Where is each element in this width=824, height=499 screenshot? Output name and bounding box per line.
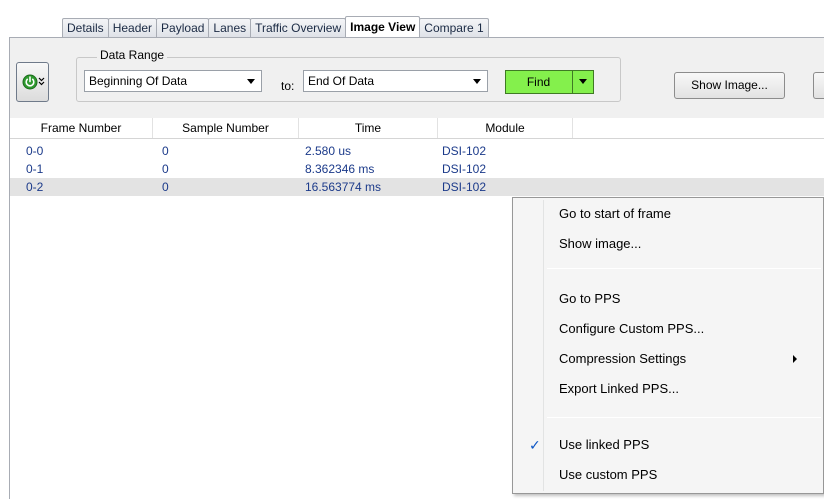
cell-time: 16.563774 ms [305, 180, 382, 194]
menu-separator [547, 417, 821, 418]
to-label: to: [281, 79, 295, 93]
cell-time: 8.362346 ms [305, 162, 375, 176]
data-range-label: Data Range [97, 48, 168, 62]
menu-item-label: Use linked PPS [559, 437, 650, 452]
checkmark-icon: ✓ [529, 437, 541, 453]
cell-time: 2.580 us [305, 144, 352, 158]
from-range-select[interactable]: Beginning Of Data [84, 70, 262, 92]
context-menu: Go to start of frame Show image... Go to… [512, 197, 824, 494]
menu-item-label: Use custom PPS [559, 467, 658, 482]
menu-item-use-linked-pps[interactable]: ✓ Use linked PPS [515, 430, 821, 460]
chevron-down-icon [247, 79, 255, 84]
table-row-selected[interactable]: 0-2 0 16.563774 ms DSI-102 [10, 178, 824, 196]
submenu-arrow-icon [793, 355, 797, 363]
column-module[interactable]: Module [438, 118, 573, 138]
clipped-toolbar-button[interactable] [813, 72, 824, 99]
menu-item-label: Go to PPS [559, 291, 621, 306]
cell-frame-number: 0-0 [26, 144, 44, 158]
tab-payload[interactable]: Payload [156, 18, 210, 37]
cell-module: DSI-102 [442, 180, 487, 194]
cell-sample-number: 0 [162, 144, 169, 158]
find-button[interactable]: Find [505, 70, 594, 94]
menu-item-configure-custom-pps[interactable]: Configure Custom PPS... [515, 314, 821, 344]
cell-sample-number: 0 [162, 180, 169, 194]
chevron-down-icon [579, 79, 587, 84]
cell-frame-number: 0-1 [26, 162, 44, 176]
cell-sample-number: 0 [162, 162, 169, 176]
menu-item-show-image[interactable]: Show image... [515, 229, 821, 259]
menu-item-go-to-start-of-frame[interactable]: Go to start of frame [515, 199, 821, 229]
table-row[interactable]: 0-0 0 2.580 us DSI-102 [10, 142, 824, 160]
menu-item-go-to-pps[interactable]: Go to PPS [515, 284, 821, 314]
menu-item-label: Show image... [559, 236, 642, 251]
menu-item-compression-settings[interactable]: Compression Settings [515, 344, 821, 374]
menu-separator [547, 268, 821, 269]
tab-lanes[interactable]: Lanes [208, 18, 252, 37]
find-dropdown-button[interactable] [572, 71, 593, 93]
show-image-button[interactable]: Show Image... [674, 72, 785, 99]
tab-strip: Details Header Payload Lanes Traffic Ove… [0, 0, 824, 38]
cell-frame-number: 0-2 [26, 180, 44, 194]
cell-module: DSI-102 [442, 144, 487, 158]
menu-item-label: Configure Custom PPS... [559, 321, 705, 336]
menu-item-export-linked-pps[interactable]: Export Linked PPS... [515, 374, 821, 404]
to-range-value: End Of Data [308, 74, 375, 88]
table-header: Frame Number Sample Number Time Module [10, 118, 824, 139]
tab-details[interactable]: Details [62, 18, 109, 37]
tab-header[interactable]: Header [107, 18, 158, 37]
to-range-select[interactable]: End Of Data [303, 70, 488, 92]
tab-traffic-overview[interactable]: Traffic Overview [250, 18, 347, 37]
column-sample-number[interactable]: Sample Number [153, 118, 299, 138]
find-label: Find [526, 75, 551, 89]
menu-item-label: Compression Settings [559, 351, 687, 366]
tab-image-view[interactable]: Image View [345, 16, 421, 37]
tab-compare-1[interactable]: Compare 1 [419, 18, 489, 37]
chevron-down-icon [473, 79, 481, 84]
toolbar: Data Range Beginning Of Data to: End Of … [9, 38, 824, 118]
power-button[interactable] [16, 62, 49, 102]
tabs: Details Header Payload Lanes Traffic Ove… [62, 16, 489, 37]
cell-module: DSI-102 [442, 162, 487, 176]
column-frame-number[interactable]: Frame Number [10, 118, 153, 138]
menu-item-label: Export Linked PPS... [559, 381, 679, 396]
power-icon [22, 74, 45, 90]
from-range-value: Beginning Of Data [89, 74, 188, 88]
column-time[interactable]: Time [299, 118, 438, 138]
table-row[interactable]: 0-1 0 8.362346 ms DSI-102 [10, 160, 824, 178]
menu-item-use-custom-pps[interactable]: Use custom PPS [515, 460, 821, 490]
menu-item-label: Go to start of frame [559, 206, 671, 221]
